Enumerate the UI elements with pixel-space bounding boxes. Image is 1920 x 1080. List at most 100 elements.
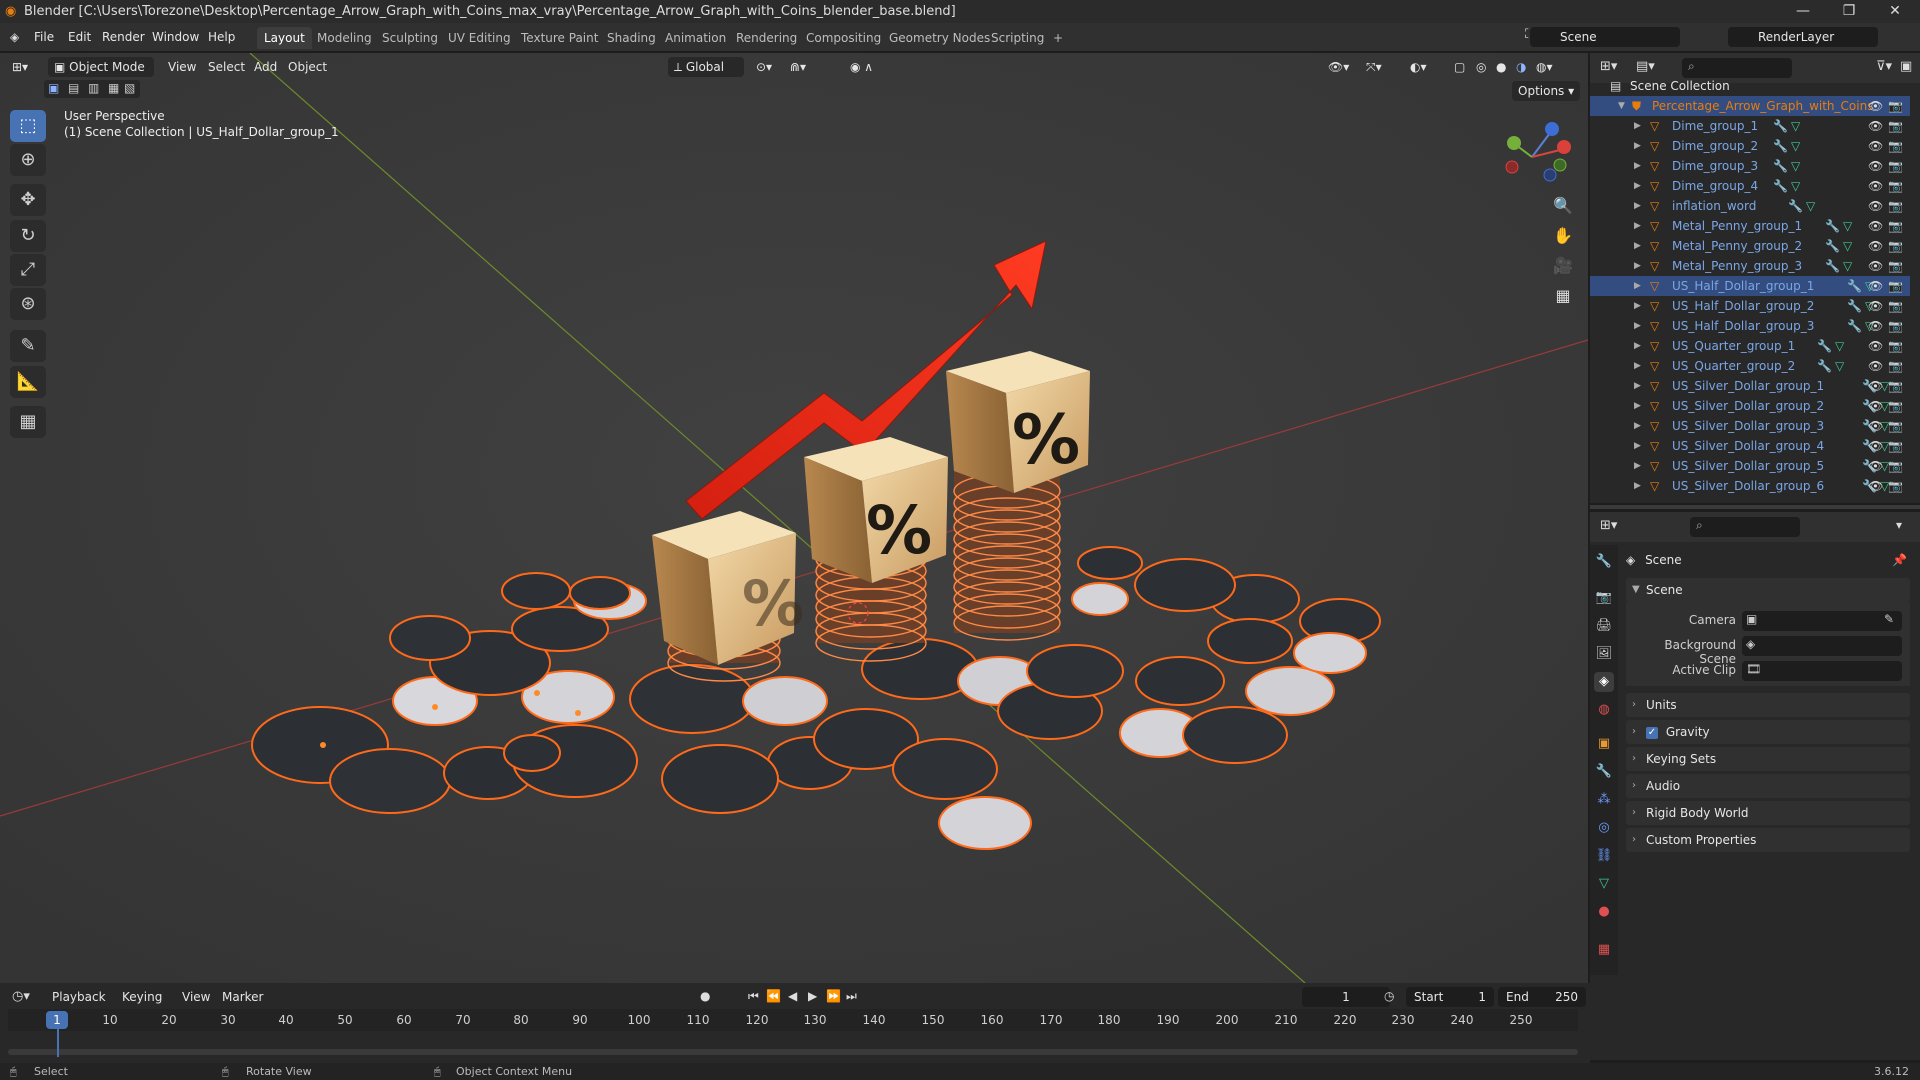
navigation-gizmo[interactable] <box>1490 109 1574 193</box>
eye-icon[interactable]: 👁 <box>1868 116 1883 136</box>
physics-tab-icon[interactable]: ◎ <box>1594 818 1614 838</box>
3d-viewport[interactable]: % % % User Perspective (1) Scene Collect… <box>0 53 1588 983</box>
end-frame-field[interactable]: End 250 <box>1498 987 1586 1007</box>
outliner-row[interactable]: ▶ ▽ US_Silver_Dollar_group_6 🔧 ▽ 👁 📷 <box>1590 476 1910 496</box>
eye-icon[interactable]: 👁 <box>1868 136 1883 156</box>
jump-key-prev-icon[interactable]: ⏪ <box>766 989 781 1003</box>
menu-file[interactable]: File <box>34 28 54 46</box>
overlay-toggle-icon[interactable]: ◐▾ <box>1410 57 1427 77</box>
view-menu[interactable]: View <box>168 57 196 77</box>
menu-edit[interactable]: Edit <box>68 28 91 46</box>
workspace-tab-animation[interactable]: Animation <box>658 27 733 49</box>
render-camera-icon[interactable]: 📷 <box>1888 396 1903 416</box>
render-camera-icon[interactable]: 📷 <box>1888 176 1903 196</box>
expand-arrow-icon[interactable]: ▶ <box>1634 116 1641 136</box>
outliner-row[interactable]: ▶ ▽ Dime_group_4 🔧 ▽ 👁 📷 <box>1590 176 1910 196</box>
rendered-shading-icon[interactable]: ◍▾ <box>1536 57 1553 77</box>
editor-type-icon[interactable]: ⊞▾ <box>12 57 28 77</box>
render-camera-icon[interactable]: 📷 <box>1888 236 1903 256</box>
menu-help[interactable]: Help <box>208 28 235 46</box>
select-mode-icons[interactable]: ▣ ▤ ▥ ▦ ▧ <box>44 80 140 98</box>
expand-arrow-icon[interactable]: ▶ <box>1634 316 1641 336</box>
eye-icon[interactable]: 👁 <box>1868 356 1883 376</box>
render-camera-icon[interactable]: 📷 <box>1888 136 1903 156</box>
marker-menu[interactable]: Marker <box>222 990 263 1004</box>
camera-field[interactable]: ▣ ✎ <box>1742 611 1902 631</box>
object-menu[interactable]: Object <box>288 57 327 77</box>
eye-icon[interactable]: 👁 <box>1868 336 1883 356</box>
expand-arrow-icon[interactable]: ▶ <box>1634 256 1641 276</box>
expand-arrow-icon[interactable]: ▶ <box>1634 136 1641 156</box>
jump-end-icon[interactable]: ⏭ <box>846 989 857 1004</box>
expand-arrow-icon[interactable]: ▶ <box>1634 416 1641 436</box>
snap-icon[interactable]: ⋒▾ <box>790 57 806 77</box>
gizmo-toggle-icon[interactable]: ⤧▾ <box>1366 57 1382 77</box>
render-camera-icon[interactable]: 📷 <box>1888 476 1903 496</box>
outliner-row[interactable]: ▶ ▽ Dime_group_2 🔧 ▽ 👁 📷 <box>1590 136 1910 156</box>
gravity-checkbox[interactable]: ✓ <box>1646 726 1658 739</box>
outliner-row[interactable]: ▶ ▽ US_Silver_Dollar_group_2 🔧 ▽ 👁 📷 <box>1590 396 1910 416</box>
render-camera-icon[interactable]: 📷 <box>1888 216 1903 236</box>
cursor-tool-icon[interactable]: ⊕ <box>10 144 46 176</box>
tool-tab-icon[interactable]: 🔧 <box>1594 552 1614 572</box>
expand-arrow-icon[interactable]: ▶ <box>1634 376 1641 396</box>
xray-icon[interactable]: ▢ <box>1454 57 1465 77</box>
properties-editor-icon[interactable]: ⊞▾ <box>1600 518 1617 533</box>
custom-properties-panel[interactable]: › Custom Properties <box>1626 828 1910 852</box>
new-collection-icon[interactable]: ▣ <box>1900 59 1912 74</box>
preview-range-icon[interactable]: ◷ <box>1384 989 1394 1003</box>
render-camera-icon[interactable]: 📷 <box>1888 436 1903 456</box>
constraints-tab-icon[interactable]: ⛓ <box>1594 846 1614 866</box>
outliner-row[interactable]: ▶ ▽ US_Silver_Dollar_group_4 🔧 ▽ 👁 📷 <box>1590 436 1910 456</box>
wireframe-shading-icon[interactable]: ◎ <box>1476 57 1486 77</box>
outliner-row[interactable]: ▶ ▽ Dime_group_3 🔧 ▽ 👁 📷 <box>1590 156 1910 176</box>
eye-icon[interactable]: 👁 <box>1868 156 1883 176</box>
select-box-tool-icon[interactable]: ⬚ <box>10 110 46 142</box>
jump-key-next-icon[interactable]: ⏩ <box>826 989 841 1003</box>
menu-render[interactable]: Render <box>102 28 145 46</box>
select-subtract-icon[interactable]: ▥ <box>88 81 99 95</box>
eye-icon[interactable]: 👁 <box>1868 476 1883 496</box>
material-tab-icon[interactable]: ● <box>1594 902 1614 922</box>
active-clip-field[interactable]: 🎞 <box>1742 661 1902 681</box>
camera-view-icon[interactable]: 🎥 <box>1548 252 1578 280</box>
render-camera-icon[interactable]: 📷 <box>1888 156 1903 176</box>
expand-arrow-icon[interactable]: ▶ <box>1634 356 1641 376</box>
gravity-panel[interactable]: › ✓ Gravity <box>1626 720 1910 744</box>
outliner-row[interactable]: ▶ ▽ US_Silver_Dollar_group_5 🔧 ▽ 👁 📷 <box>1590 456 1910 476</box>
filter-icon[interactable]: ⊽▾ <box>1876 59 1892 74</box>
audio-panel[interactable]: › Audio <box>1626 774 1910 798</box>
workspace-tab-rendering[interactable]: Rendering <box>729 27 804 49</box>
blender-menu-icon[interactable]: ◈ <box>10 28 19 46</box>
outliner-row[interactable]: ▶ ▽ Metal_Penny_group_2 🔧 ▽ 👁 📷 <box>1590 236 1910 256</box>
workspace-tab-texture-paint[interactable]: Texture Paint <box>514 27 605 49</box>
eye-icon[interactable]: 👁 <box>1868 316 1883 336</box>
select-extend-icon[interactable]: ▤ <box>68 81 79 95</box>
timeline-view-menu[interactable]: View <box>182 990 210 1004</box>
visibility-icon[interactable]: 👁▾ <box>1328 57 1349 77</box>
outliner-row[interactable]: ▶ ▽ Metal_Penny_group_3 🔧 ▽ 👁 📷 <box>1590 256 1910 276</box>
select-intersect-icon[interactable]: ▧ <box>124 81 135 95</box>
modifier-tab-icon[interactable]: 🔧 <box>1594 762 1614 782</box>
workspace-tab-layout[interactable]: Layout <box>257 27 312 49</box>
expand-arrow-icon[interactable]: ▶ <box>1634 236 1641 256</box>
keying-menu[interactable]: Keying <box>122 990 162 1004</box>
zoom-icon[interactable]: 🔍 <box>1548 192 1578 220</box>
maximize-button[interactable]: ❐ <box>1826 0 1872 23</box>
properties-search-input[interactable]: ⌕ <box>1690 517 1800 537</box>
expand-arrow-icon[interactable]: ▶ <box>1634 436 1641 456</box>
render-camera-icon[interactable]: 📷 <box>1888 256 1903 276</box>
play-reverse-icon[interactable]: ◀ <box>788 989 797 1003</box>
output-tab-icon[interactable]: 🖨 <box>1594 616 1614 636</box>
add-cube-tool-icon[interactable]: ▦ <box>10 406 46 438</box>
eye-icon[interactable]: 👁 <box>1868 436 1883 456</box>
outliner-row[interactable]: ▶ ▽ Metal_Penny_group_1 🔧 ▽ 👁 📷 <box>1590 216 1910 236</box>
view-layer-tab-icon[interactable]: 🖼 <box>1594 644 1614 664</box>
outliner-row[interactable]: ▶ ▽ US_Half_Dollar_group_3 🔧 ▽ 👁 📷 <box>1590 316 1910 336</box>
outliner-row[interactable]: ▶ ▽ US_Silver_Dollar_group_1 🔧 ▽ 👁 📷 <box>1590 376 1910 396</box>
units-panel[interactable]: › Units <box>1626 693 1910 717</box>
expand-arrow-icon[interactable]: ▶ <box>1634 476 1641 496</box>
expand-arrow-icon[interactable]: ▶ <box>1634 396 1641 416</box>
eye-icon[interactable]: 👁 <box>1868 276 1883 296</box>
eyedropper-icon[interactable]: ✎ <box>1884 612 1894 626</box>
